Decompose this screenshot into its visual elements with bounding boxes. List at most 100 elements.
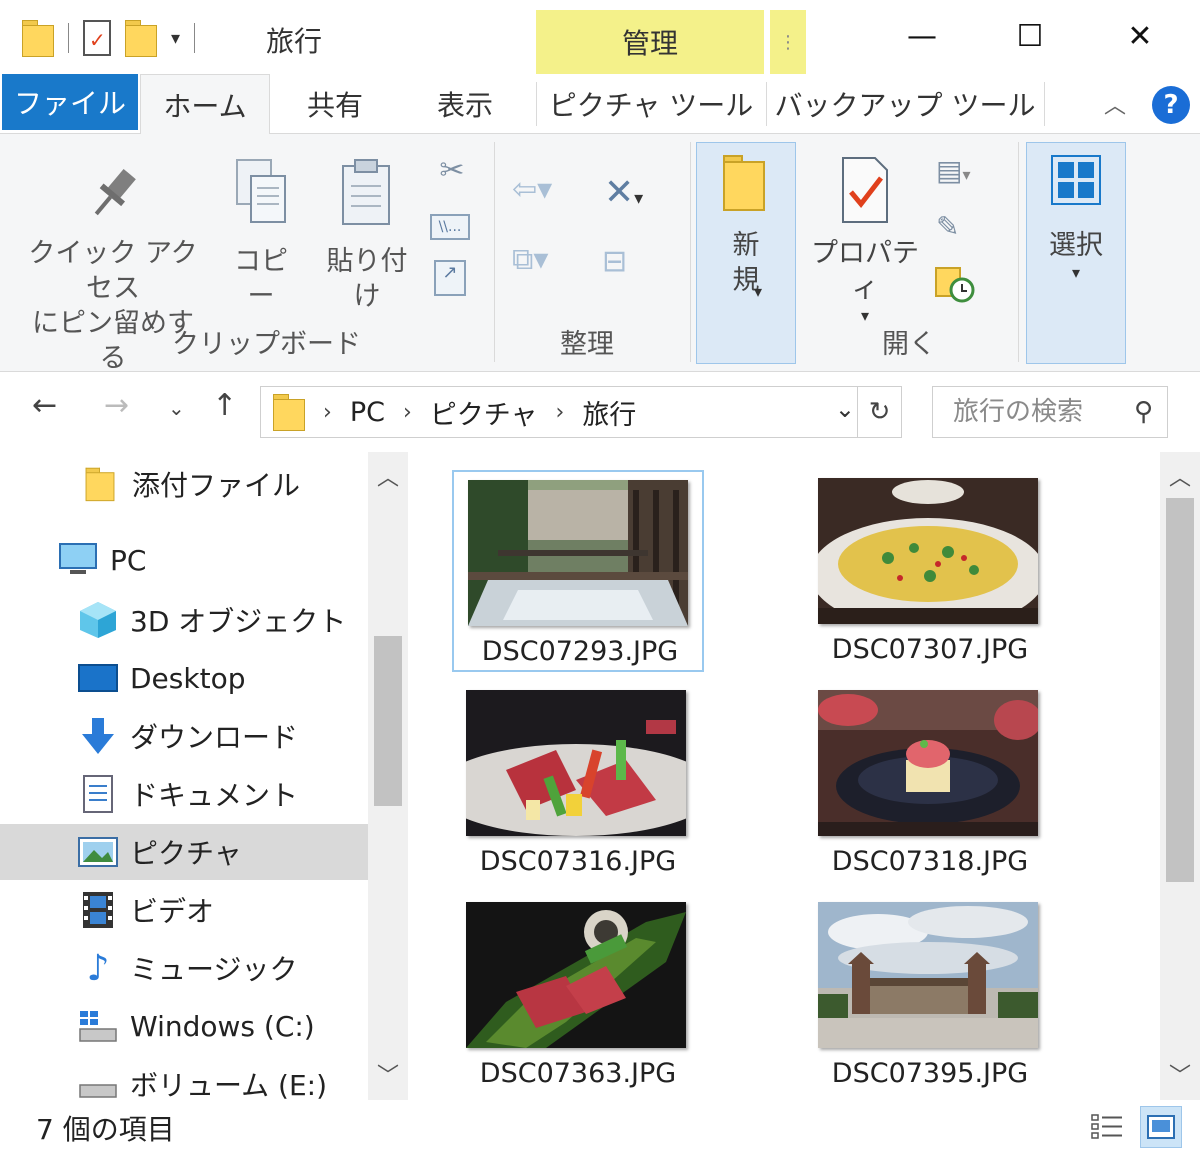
collapse-ribbon-icon[interactable]: ︿ xyxy=(1104,88,1126,120)
address-bar[interactable]: › PC › ピクチャ › 旅行 ⌄ ↻ xyxy=(260,386,902,438)
back-arrow-icon: ← xyxy=(32,388,58,423)
scrollbar-thumb[interactable] xyxy=(374,636,402,806)
thumbnail xyxy=(466,902,686,1048)
breadcrumb-pictures[interactable]: ピクチャ xyxy=(430,393,538,432)
clipboard-icon xyxy=(342,159,390,225)
status-bar: 7 個の項目 xyxy=(0,1100,1200,1154)
properties-icon[interactable]: ✓ xyxy=(83,20,111,56)
folder-icon xyxy=(273,394,305,431)
breadcrumb-travel[interactable]: 旅行 xyxy=(582,393,636,432)
maximize-button[interactable]: ☐ xyxy=(1000,14,1060,58)
nav-item-attachments[interactable]: 添付ファイル xyxy=(0,456,368,512)
open-icon[interactable]: ▤▾ xyxy=(936,154,996,194)
scroll-down-icon[interactable]: ﹀ xyxy=(1160,1052,1200,1096)
qat-separator xyxy=(194,23,196,53)
paste-shortcut-icon[interactable]: ↗ xyxy=(434,260,466,296)
nav-item-desktop[interactable]: Desktop xyxy=(0,650,368,706)
thumbnail xyxy=(466,690,686,836)
cut-icon[interactable]: ✂ xyxy=(434,150,470,190)
select-grid-icon xyxy=(1051,155,1101,205)
beef-vegetables-photo xyxy=(466,690,686,836)
tab-backup-tools[interactable]: バックアップ ツール xyxy=(774,74,1036,134)
file-view: DSC07293.JPG DSC07307.JPG DSC07316.JPG D… xyxy=(410,452,1200,1100)
nav-item-label: ピクチャ xyxy=(130,837,242,870)
close-button[interactable]: ✕ xyxy=(1110,14,1170,58)
scroll-down-icon[interactable]: ﹀ xyxy=(368,1052,408,1096)
search-box: ⚲ xyxy=(932,386,1168,438)
scroll-up-icon[interactable]: ︿ xyxy=(368,454,408,498)
address-dropdown-icon[interactable]: ⌄ xyxy=(835,395,855,423)
file-name: DSC07395.JPG xyxy=(831,1058,1029,1089)
file-tile[interactable]: DSC07316.JPG xyxy=(452,682,704,884)
scroll-up-icon[interactable]: ︿ xyxy=(1160,454,1200,498)
nav-item-volume-e[interactable]: ボリューム (E:) xyxy=(0,1056,368,1100)
organize-group-label: 整理 xyxy=(560,329,614,360)
select-button[interactable]: 選択 ▾ xyxy=(1030,152,1122,284)
new-folder-icon[interactable] xyxy=(125,20,157,57)
breadcrumb-separator[interactable]: › xyxy=(556,400,565,425)
group-separator xyxy=(1018,142,1019,362)
move-to-icon[interactable]: ⇦▾ xyxy=(512,172,568,218)
search-input[interactable] xyxy=(953,397,1103,427)
tab-manage[interactable]: 管理 xyxy=(536,10,764,74)
properties-button[interactable]: プロパティ ▾ xyxy=(806,154,924,327)
delete-icon[interactable]: ✕▾ xyxy=(604,172,670,218)
nav-item-pictures[interactable]: ピクチャ xyxy=(0,824,368,880)
refresh-button[interactable]: ↻ xyxy=(857,387,901,437)
breadcrumb-separator[interactable]: › xyxy=(323,400,332,425)
tab-home[interactable]: ホーム xyxy=(140,74,270,135)
up-button[interactable]: ↑ xyxy=(212,388,237,423)
nav-item-label: Desktop xyxy=(130,661,246,695)
nav-item-music[interactable]: ♪ ミュージック xyxy=(0,940,368,996)
file-tile[interactable]: DSC07363.JPG xyxy=(452,894,704,1096)
scrollbar-thumb[interactable] xyxy=(1166,498,1194,882)
back-button[interactable]: ← xyxy=(32,388,57,423)
details-view-button[interactable] xyxy=(1086,1106,1128,1148)
search-icon[interactable]: ⚲ xyxy=(1134,397,1153,427)
file-tile[interactable]: DSC07318.JPG xyxy=(804,682,1056,884)
recent-locations-button[interactable]: ⌄ xyxy=(168,396,185,420)
file-tile[interactable]: DSC07307.JPG xyxy=(804,470,1056,672)
customize-qat-dropdown[interactable]: ▾ xyxy=(171,28,180,49)
close-icon: ✕ xyxy=(1127,18,1153,54)
tab-share[interactable]: 共有 xyxy=(280,74,390,134)
help-icon[interactable]: ? xyxy=(1152,86,1190,124)
qat-separator xyxy=(68,23,69,53)
nav-item-3d-objects[interactable]: 3D オブジェクト xyxy=(0,592,368,648)
address-row: ← → ⌄ ↑ › PC › ピクチャ › 旅行 ⌄ ↻ ⚲ xyxy=(0,372,1200,452)
tab-picture-tools[interactable]: ピクチャ ツール xyxy=(540,74,762,134)
tab-separator xyxy=(536,82,537,126)
drive-icon xyxy=(78,1064,118,1100)
appetizer-bowl-photo xyxy=(818,690,1038,836)
breadcrumb-pc[interactable]: PC xyxy=(350,397,385,428)
breadcrumb-separator[interactable]: › xyxy=(403,400,412,425)
nav-pane-scrollbar[interactable]: ︿ ﹀ xyxy=(368,452,408,1100)
paste-button[interactable]: 貼り付け xyxy=(314,156,420,314)
nav-item-documents[interactable]: ドキュメント xyxy=(0,766,368,822)
rename-icon[interactable]: ⊟ xyxy=(602,244,648,284)
edit-icon[interactable]: ✎ xyxy=(936,210,976,250)
copy-path-icon[interactable]: \\... xyxy=(430,214,470,240)
copy-button[interactable]: コピー xyxy=(226,156,296,314)
copy-label: コピー xyxy=(234,246,288,313)
nav-item-videos[interactable]: ビデオ xyxy=(0,882,368,938)
forward-button[interactable]: → xyxy=(104,388,129,423)
file-view-scrollbar[interactable]: ︿ ﹀ xyxy=(1160,452,1200,1100)
large-icons-view-button[interactable] xyxy=(1140,1106,1182,1148)
new-button[interactable]: 新 規 xyxy=(700,152,792,298)
navigation-pane: 添付ファイル PC 3D オブジェクト Desktop ダウンロード ドキュメン… xyxy=(0,452,408,1100)
pictures-icon xyxy=(78,832,118,872)
history-icon[interactable] xyxy=(934,264,978,308)
file-tile[interactable]: DSC07293.JPG xyxy=(452,470,704,672)
maximize-icon: ☐ xyxy=(1016,18,1044,54)
tab-view[interactable]: 表示 xyxy=(410,74,520,134)
nav-item-downloads[interactable]: ダウンロード xyxy=(0,708,368,764)
select-label: 選択 xyxy=(1049,230,1103,261)
tab-file[interactable]: ファイル xyxy=(2,74,138,130)
nav-item-pc[interactable]: PC xyxy=(0,532,368,588)
file-name: DSC07293.JPG xyxy=(481,636,679,667)
file-tile[interactable]: DSC07395.JPG xyxy=(804,894,1056,1096)
copy-to-icon[interactable]: ⧉▾ xyxy=(512,242,568,288)
nav-item-drive-c[interactable]: Windows (C:) xyxy=(0,998,368,1054)
minimize-button[interactable]: — xyxy=(892,14,952,58)
